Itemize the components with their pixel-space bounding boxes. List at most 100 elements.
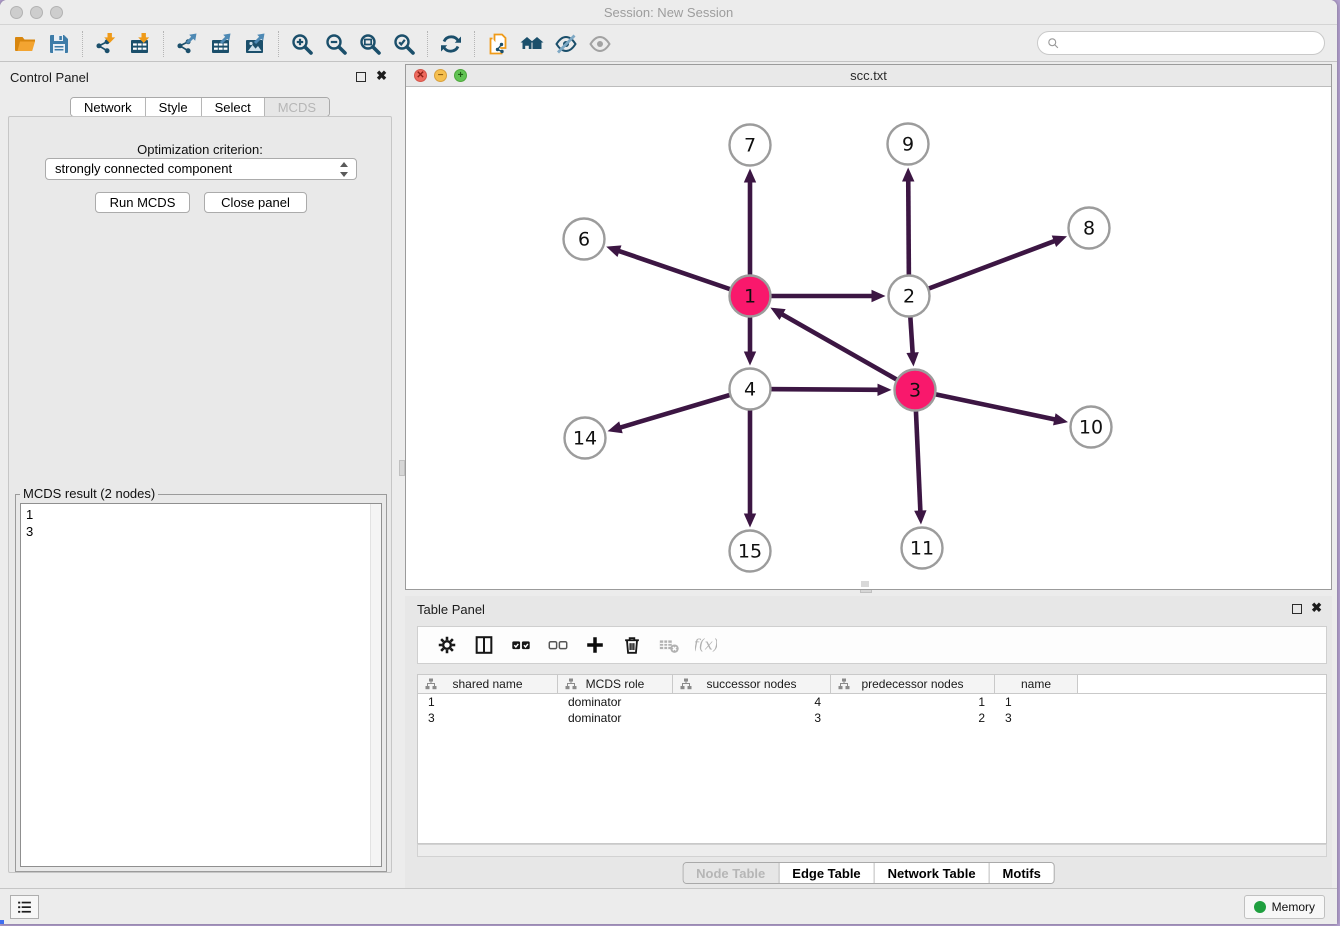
zoom-selected-button[interactable] — [387, 30, 421, 58]
clone-network-button[interactable] — [481, 30, 515, 58]
export-image-icon — [243, 32, 267, 56]
column-header-MCDS-role[interactable]: MCDS role — [558, 675, 673, 693]
node-label-8: 8 — [1083, 218, 1095, 240]
tab-edge-table[interactable]: Edge Table — [779, 863, 874, 883]
tab-network-table[interactable]: Network Table — [875, 863, 990, 883]
table-float-panel-icon[interactable] — [1292, 604, 1302, 614]
zoom-in-icon — [290, 32, 314, 56]
edge-2-8[interactable] — [909, 241, 1056, 296]
open-session-icon — [13, 32, 37, 56]
window-titlebar: Session: New Session — [0, 0, 1337, 25]
mcds-result-text[interactable]: 13 — [20, 503, 382, 867]
column-header-predecessor-nodes[interactable]: predecessor nodes — [831, 675, 995, 693]
table-hscrollbar[interactable] — [417, 844, 1327, 857]
tab-network[interactable]: Network — [71, 98, 146, 116]
import-network-button[interactable] — [89, 30, 123, 58]
table-row[interactable]: 1dominator411 — [418, 694, 1326, 710]
tab-node-table[interactable]: Node Table — [683, 863, 779, 883]
refresh-network-button[interactable] — [434, 30, 468, 58]
cell-shared-name[interactable]: 1 — [418, 694, 558, 710]
zoom-out-button[interactable] — [319, 30, 353, 58]
tab-motifs[interactable]: Motifs — [990, 863, 1054, 883]
hide-selected-button[interactable] — [549, 30, 583, 58]
export-table-button[interactable] — [204, 30, 238, 58]
cell-shared-name[interactable]: 3 — [418, 710, 558, 726]
toolbar-separator — [427, 31, 428, 57]
edge-arrow-3-11 — [914, 510, 926, 524]
cell-name[interactable]: 1 — [995, 694, 1078, 710]
result-scrollbar[interactable] — [370, 504, 381, 866]
delete-row-button[interactable] — [613, 630, 650, 660]
search-box[interactable] — [1037, 31, 1325, 55]
search-icon — [1046, 36, 1061, 51]
select-all-rows-button[interactable] — [502, 630, 539, 660]
zoom-fit-icon — [358, 32, 382, 56]
show-all-icon — [588, 32, 612, 56]
table-panel-header: Table Panel ✖ — [405, 596, 1332, 624]
tab-select[interactable]: Select — [202, 98, 265, 116]
zoom-fit-button[interactable] — [353, 30, 387, 58]
svg-text:f(x): f(x) — [695, 637, 717, 654]
import-network-icon — [94, 32, 118, 56]
run-mcds-button[interactable]: Run MCDS — [95, 192, 190, 213]
cell-MCDS-role[interactable]: dominator — [558, 694, 673, 710]
toolbar-separator — [163, 31, 164, 57]
save-session-icon — [47, 32, 71, 56]
deselect-all-rows-icon — [547, 634, 569, 656]
deselect-all-rows-button[interactable] — [539, 630, 576, 660]
cell-predecessor-nodes[interactable]: 2 — [831, 710, 995, 726]
task-history-button[interactable] — [10, 895, 39, 919]
zoom-in-button[interactable] — [285, 30, 319, 58]
split-panel-button[interactable] — [465, 630, 502, 660]
cell-predecessor-nodes[interactable]: 1 — [831, 694, 995, 710]
criterion-dropdown[interactable]: strongly connected component — [45, 158, 357, 180]
search-input[interactable] — [1061, 33, 1324, 53]
clone-network-icon — [486, 32, 510, 56]
function-builder-button: f(x) — [687, 630, 724, 660]
show-all-button — [583, 30, 617, 58]
delete-row-icon — [621, 634, 643, 656]
import-table-button[interactable] — [123, 30, 157, 58]
column-header-successor-nodes[interactable]: successor nodes — [673, 675, 831, 693]
edge-arrow-4-14 — [608, 421, 623, 433]
edge-arrow-3-10 — [1053, 413, 1068, 425]
cell-successor-nodes[interactable]: 4 — [673, 694, 831, 710]
edge-3-1[interactable] — [781, 314, 915, 390]
open-session-button[interactable] — [8, 30, 42, 58]
cell-MCDS-role[interactable]: dominator — [558, 710, 673, 726]
first-neighbors-button[interactable] — [515, 30, 549, 58]
canvas-resize-handle[interactable] — [861, 581, 869, 587]
control-panel-header: Control Panel ✖ — [0, 64, 400, 92]
close-panel-icon[interactable]: ✖ — [376, 68, 387, 84]
delete-table-button — [650, 630, 687, 660]
add-row-button[interactable] — [576, 630, 613, 660]
table-close-panel-icon[interactable]: ✖ — [1311, 600, 1322, 616]
tab-mcds[interactable]: MCDS — [265, 98, 329, 116]
edge-arrow-4-3 — [877, 384, 891, 396]
cell-name[interactable]: 3 — [995, 710, 1078, 726]
table-settings-button[interactable] — [428, 630, 465, 660]
export-image-button[interactable] — [238, 30, 272, 58]
network-window-titlebar[interactable]: ✕ − + scc.txt — [406, 65, 1331, 87]
save-session-button[interactable] — [42, 30, 76, 58]
node-table: shared nameMCDS rolesuccessor nodesprede… — [417, 674, 1327, 844]
column-group-icon — [565, 678, 577, 690]
column-group-icon — [425, 678, 437, 690]
toolbar-separator — [278, 31, 279, 57]
cell-successor-nodes[interactable]: 3 — [673, 710, 831, 726]
node-label-2: 2 — [903, 286, 915, 308]
mcds-panel: Optimization criterion: strongly connect… — [8, 116, 392, 873]
export-network-button[interactable] — [170, 30, 204, 58]
memory-button[interactable]: Memory — [1244, 895, 1325, 919]
float-panel-icon[interactable] — [356, 72, 366, 82]
column-header-shared-name[interactable]: shared name — [418, 675, 558, 693]
column-group-icon — [680, 678, 692, 690]
network-canvas[interactable]: 7968124314101511 — [406, 87, 1331, 589]
edge-arrow-1-6 — [606, 245, 621, 257]
column-header-name[interactable]: name — [995, 675, 1078, 693]
close-panel-button[interactable]: Close panel — [204, 192, 307, 213]
network-window-title: scc.txt — [406, 65, 1331, 87]
node-label-4: 4 — [744, 379, 756, 401]
table-row[interactable]: 3dominator323 — [418, 710, 1326, 726]
tab-style[interactable]: Style — [146, 98, 202, 116]
